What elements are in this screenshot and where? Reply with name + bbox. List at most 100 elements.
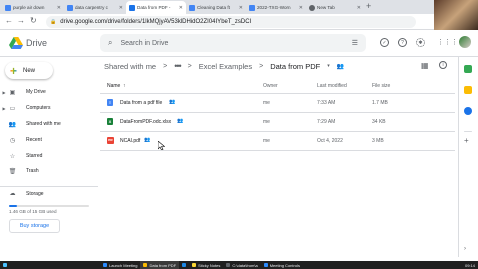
file-modified: 7:29 AM bbox=[317, 119, 336, 125]
column-name[interactable]: Name bbox=[107, 83, 120, 89]
google-doc-icon: ≡ bbox=[107, 99, 113, 106]
apps-grid-icon[interactable]: ⋮⋮⋮ bbox=[437, 38, 458, 46]
column-last-modified[interactable]: Last modified bbox=[317, 83, 347, 89]
expand-caret-icon[interactable]: ▶ bbox=[0, 106, 8, 111]
column-owner[interactable]: Owner bbox=[263, 83, 278, 89]
sidebar-item-recent[interactable]: ◷ Recent bbox=[0, 133, 96, 147]
side-panel-rail: + › bbox=[458, 57, 478, 257]
drive-favicon-icon bbox=[129, 4, 135, 11]
sidebar-item-label: Trash bbox=[26, 168, 39, 174]
table-row[interactable]: ≡ Data from a pdf file 👥 me 7:33 AM 1.7 … bbox=[100, 94, 455, 113]
back-icon[interactable]: ← bbox=[5, 16, 13, 25]
sidebar-item-computers[interactable]: ▶ ▭ Computers bbox=[0, 101, 96, 115]
search-bar[interactable]: ⌕ Search in Drive ☰ bbox=[100, 34, 366, 52]
avatar[interactable] bbox=[459, 36, 471, 48]
search-input[interactable]: Search in Drive bbox=[120, 40, 168, 47]
offline-ready-icon[interactable]: ✓ bbox=[380, 38, 389, 47]
taskbar-search[interactable] bbox=[10, 261, 100, 269]
plus-icon: + bbox=[10, 63, 18, 78]
keep-icon[interactable] bbox=[464, 86, 472, 94]
column-file-size[interactable]: File size bbox=[372, 83, 390, 89]
tasks-icon[interactable] bbox=[464, 107, 472, 115]
table-row[interactable]: X DataFromPDF.odc.xlsx 👥 me 7:29 AM 34 K… bbox=[100, 113, 455, 132]
browser-tab[interactable]: 2022-TXG-Worn ✕ bbox=[246, 1, 306, 14]
google-favicon-icon bbox=[67, 4, 73, 11]
sidebar-item-shared-with-me[interactable]: 👥 Shared with me bbox=[0, 117, 96, 131]
forward-icon[interactable]: → bbox=[17, 16, 25, 25]
file-modified: 7:33 AM bbox=[317, 100, 336, 106]
address-bar[interactable]: 🔒 drive.google.com/drive/folders/1lkMQjy… bbox=[46, 16, 416, 28]
calendar-icon[interactable] bbox=[464, 65, 472, 73]
browser-tab-strip: purple air down ✕ data carpentry c ✕ Dat… bbox=[0, 0, 478, 14]
sidebar-item-label: Computers bbox=[26, 105, 51, 111]
taskbar-app[interactable]: Meeting Controls bbox=[261, 261, 303, 269]
excel-file-icon: X bbox=[107, 118, 113, 125]
buy-storage-button[interactable]: Buy storage bbox=[9, 219, 60, 233]
browser-tab-active[interactable]: Data from PDF - ✕ bbox=[126, 1, 186, 14]
start-icon[interactable] bbox=[0, 261, 10, 269]
cloud-icon: ☁ bbox=[9, 191, 16, 197]
tab-label: purple air down bbox=[13, 5, 45, 10]
sidebar-item-label: My Drive bbox=[26, 89, 46, 95]
browser-tab[interactable]: data carpentry c ✕ bbox=[64, 1, 126, 14]
expand-caret-icon[interactable]: ▶ bbox=[0, 90, 8, 95]
close-tab-icon[interactable]: ✕ bbox=[119, 5, 123, 11]
list-view-toggle-icon[interactable]: ▦ bbox=[421, 61, 429, 70]
rail-divider bbox=[464, 131, 472, 132]
close-tab-icon[interactable]: ✕ bbox=[299, 5, 303, 11]
search-options-icon[interactable]: ☰ bbox=[352, 39, 358, 47]
file-name[interactable]: DataFromPDF.odc.xlsx bbox=[120, 119, 171, 125]
sidebar-item-starred[interactable]: ☆ Starred bbox=[0, 149, 96, 163]
breadcrumb-more-icon[interactable]: ••• bbox=[174, 61, 182, 71]
file-name[interactable]: NCAI.pdf bbox=[120, 138, 140, 144]
file-size: 34 KB bbox=[372, 119, 386, 125]
sidebar-item-my-drive[interactable]: ▶ ▣ My Drive bbox=[0, 85, 96, 99]
browser-tab[interactable]: New Tab ✕ bbox=[306, 1, 364, 14]
tab-label: Data from PDF - bbox=[137, 5, 171, 10]
taskbar-app[interactable]: Launch Meeting bbox=[100, 261, 140, 269]
computer-icon: ▭ bbox=[9, 105, 16, 112]
help-icon[interactable]: ? bbox=[398, 38, 407, 47]
reload-icon[interactable]: ↻ bbox=[30, 16, 37, 25]
clock: 09:14 bbox=[464, 262, 475, 268]
close-tab-icon[interactable]: ✕ bbox=[239, 5, 243, 11]
breadcrumb-current-folder[interactable]: Data from PDF bbox=[270, 62, 320, 71]
close-tab-icon[interactable]: ✕ bbox=[57, 5, 61, 11]
storage-usage-text: 1.46 GB of 15 GB used bbox=[9, 209, 57, 214]
sidebar-item-label: Starred bbox=[26, 153, 43, 159]
settings-gear-icon[interactable]: ✱ bbox=[416, 38, 425, 47]
search-icon[interactable]: ⌕ bbox=[108, 38, 112, 48]
view-details-icon[interactable]: i bbox=[439, 61, 447, 69]
new-tab-button[interactable]: + bbox=[366, 1, 371, 11]
sidebar-item-storage[interactable]: ☁ Storage bbox=[0, 186, 98, 200]
chevron-right-icon[interactable]: › bbox=[464, 245, 472, 253]
browser-tab[interactable]: purple air down ✕ bbox=[2, 1, 64, 14]
taskbar-app[interactable] bbox=[179, 261, 189, 269]
taskbar-app[interactable]: Sticky Notes bbox=[189, 261, 223, 269]
taskbar-app[interactable]: C:\data\from\a bbox=[223, 261, 260, 269]
close-tab-icon[interactable]: ✕ bbox=[179, 5, 183, 11]
people-icon: 👥 bbox=[8, 121, 17, 128]
file-owner: me bbox=[263, 138, 270, 144]
webcam-overlay bbox=[434, 0, 478, 30]
add-addon-icon[interactable]: + bbox=[464, 137, 472, 145]
new-button-label: New bbox=[23, 67, 36, 74]
new-button[interactable]: + New bbox=[5, 62, 53, 79]
taskbar-app-active[interactable]: Data from PDF bbox=[140, 261, 180, 269]
breadcrumb-shared-with-me[interactable]: Shared with me bbox=[104, 62, 156, 71]
tab-label: 2022-TXG-Worn bbox=[257, 5, 291, 10]
file-modified: Oct 4, 2022 bbox=[317, 138, 343, 144]
sidebar-item-trash[interactable]: 🗑 Trash bbox=[0, 164, 96, 178]
browser-tab[interactable]: Cleaning Data ft ✕ bbox=[186, 1, 246, 14]
drive-logo-icon[interactable] bbox=[9, 37, 23, 49]
docs-favicon-icon bbox=[249, 4, 255, 11]
sort-arrow-icon[interactable]: ↑ bbox=[123, 83, 126, 89]
tab-label: Cleaning Data ft bbox=[197, 5, 230, 10]
close-tab-icon[interactable]: ✕ bbox=[357, 5, 361, 11]
breadcrumb-excel-examples[interactable]: Excel Examples bbox=[199, 62, 252, 71]
table-row[interactable]: PDF NCAI.pdf 👥 me Oct 4, 2022 3 MB bbox=[100, 132, 455, 151]
mouse-cursor-icon bbox=[158, 141, 165, 150]
file-name[interactable]: Data from a pdf file bbox=[120, 100, 162, 106]
sidebar-item-label: Shared with me bbox=[26, 121, 61, 127]
chevron-down-icon[interactable]: ▾ bbox=[327, 63, 330, 69]
